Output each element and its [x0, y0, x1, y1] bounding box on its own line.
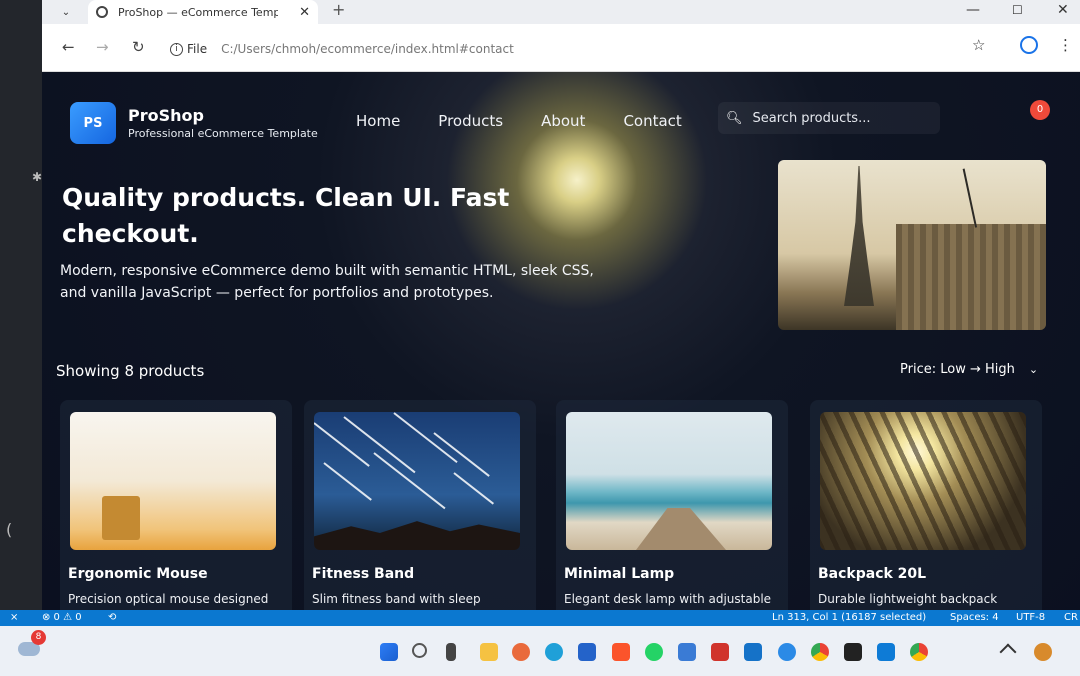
- product-card[interactable]: Backpack 20L Durable lightweight backpac…: [810, 400, 1042, 610]
- terminal-icon[interactable]: [844, 643, 862, 661]
- product-description: Elegant desk lamp with adjustable: [564, 592, 772, 606]
- browser-tab[interactable]: ProShop — eCommerce Templ ✕: [88, 0, 318, 24]
- page-viewport: PS ProShop Professional eCommerce Templa…: [42, 72, 1080, 610]
- tab-title: ProShop — eCommerce Templ: [118, 5, 278, 19]
- close-tab-icon[interactable]: ✕: [299, 5, 310, 20]
- hero-title: Quality products. Clean UI. Fast checkou…: [62, 183, 510, 248]
- nav-products[interactable]: Products: [438, 112, 503, 130]
- editor-glyph: (: [6, 520, 13, 539]
- browser-app-icon[interactable]: [778, 643, 796, 661]
- product-image: [314, 412, 520, 550]
- product-name: Ergonomic Mouse: [68, 566, 208, 582]
- bookmark-star-icon[interactable]: ☆: [972, 36, 985, 54]
- product-image: [70, 412, 276, 550]
- problems-indicator[interactable]: ⊗ 0 ⚠ 0: [42, 612, 82, 623]
- back-arrow-icon[interactable]: ←: [62, 38, 75, 56]
- close-window-icon[interactable]: ✕: [1057, 0, 1069, 20]
- nav-home[interactable]: Home: [356, 112, 400, 130]
- nav-about[interactable]: About: [541, 112, 585, 130]
- brand[interactable]: PS ProShop Professional eCommerce Templa…: [70, 102, 318, 144]
- hero-image-eiffel-tower: [778, 160, 1046, 330]
- browser-chrome: ⌄ ProShop — eCommerce Templ ✕ + — ☐ ✕ ← …: [42, 0, 1080, 72]
- editor-side-strip: ✱ (: [0, 0, 42, 610]
- maximize-icon[interactable]: ☐: [1012, 0, 1023, 20]
- address-bar[interactable]: i File C:/Users/chmoh/ecommerce/index.ht…: [170, 36, 960, 62]
- hero-subtitle: Modern, responsive eCommerce demo built …: [60, 263, 594, 301]
- product-description: Slim fitness band with sleep: [312, 592, 481, 606]
- task-view-icon[interactable]: [446, 643, 456, 661]
- brand-logo: PS: [70, 102, 116, 144]
- product-name: Fitness Band: [312, 566, 415, 582]
- globe-icon: [96, 6, 108, 18]
- tray-app-icon[interactable]: [1034, 643, 1052, 661]
- chevron-up-icon[interactable]: [999, 643, 1017, 661]
- editor-status-bar: ⨯ ⊗ 0 ⚠ 0 ⟲ Ln 313, Col 1 (16187 selecte…: [0, 610, 1080, 626]
- product-description: Durable lightweight backpack: [818, 592, 998, 606]
- tab-strip: ⌄ ProShop — eCommerce Templ ✕ + — ☐ ✕: [42, 0, 1080, 24]
- broadcast-icon[interactable]: ⟲: [108, 612, 116, 623]
- vscode-icon[interactable]: [877, 643, 895, 661]
- chevron-down-icon: ⌄: [1028, 363, 1039, 376]
- windows-taskbar: [0, 626, 1080, 676]
- copilot-icon[interactable]: [512, 643, 530, 661]
- product-card[interactable]: Ergonomic Mouse Precision optical mouse …: [60, 400, 292, 610]
- menu-kebab-icon[interactable]: ⋮: [1058, 36, 1073, 54]
- cart-count-badge[interactable]: 0: [1030, 100, 1050, 120]
- notification-badge: 8: [31, 630, 46, 645]
- store-icon[interactable]: [678, 643, 696, 661]
- start-icon[interactable]: [380, 643, 398, 661]
- edge-icon[interactable]: [545, 643, 563, 661]
- url-text: C:/Users/chmoh/ecommerce/index.html#cont…: [221, 42, 514, 56]
- sort-select[interactable]: Price: Low → High ⌄: [900, 362, 1038, 377]
- info-icon: i: [170, 42, 183, 56]
- product-count-label: Showing 8 products: [56, 362, 205, 380]
- main-nav: Home Products About Contact: [356, 112, 720, 130]
- indentation[interactable]: Spaces: 4: [950, 612, 999, 623]
- line-ending[interactable]: CR: [1064, 612, 1078, 623]
- search-box: 🔍︎: [718, 102, 940, 134]
- reload-icon[interactable]: ↻: [132, 38, 145, 56]
- remote-icon[interactable]: ⨯: [10, 612, 18, 623]
- whatsapp-icon[interactable]: [645, 643, 663, 661]
- product-card[interactable]: Fitness Band Slim fitness band with slee…: [304, 400, 536, 610]
- product-name: Minimal Lamp: [564, 566, 675, 582]
- product-card[interactable]: Minimal Lamp Elegant desk lamp with adju…: [556, 400, 788, 610]
- file-explorer-icon[interactable]: [480, 643, 498, 661]
- tab-search-chevron-icon[interactable]: ⌄: [54, 4, 78, 21]
- brand-tagline: Professional eCommerce Template: [128, 127, 318, 140]
- notes-icon[interactable]: [578, 643, 596, 661]
- sort-value: Price: Low → High: [900, 362, 1015, 377]
- mail-icon[interactable]: [711, 643, 729, 661]
- address-bar-row: ← → ↻ i File C:/Users/chmoh/ecommerce/in…: [42, 24, 1080, 72]
- search-icon: 🔍︎: [726, 110, 743, 126]
- outlook-icon[interactable]: [744, 643, 762, 661]
- editor-glyph: ✱: [32, 170, 43, 184]
- brave-icon[interactable]: [612, 643, 630, 661]
- encoding[interactable]: UTF-8: [1016, 612, 1045, 623]
- url-scheme-label: File: [187, 42, 208, 56]
- search-input[interactable]: [752, 110, 933, 126]
- product-name: Backpack 20L: [818, 566, 927, 582]
- product-description: Precision optical mouse designed: [68, 592, 269, 606]
- cursor-position[interactable]: Ln 313, Col 1 (16187 selected): [772, 612, 926, 623]
- product-image: [820, 412, 1026, 550]
- forward-arrow-icon[interactable]: →: [96, 38, 109, 56]
- chrome-icon[interactable]: [910, 643, 928, 661]
- profile-icon[interactable]: [1020, 36, 1038, 54]
- new-tab-button[interactable]: +: [332, 0, 345, 20]
- search-taskbar-icon[interactable]: [412, 643, 427, 658]
- site-info[interactable]: i File: [170, 42, 207, 56]
- product-image: [566, 412, 772, 550]
- nav-contact[interactable]: Contact: [623, 112, 681, 130]
- chrome-icon[interactable]: [811, 643, 829, 661]
- brand-name: ProShop: [128, 106, 204, 125]
- minimize-icon[interactable]: —: [966, 0, 980, 20]
